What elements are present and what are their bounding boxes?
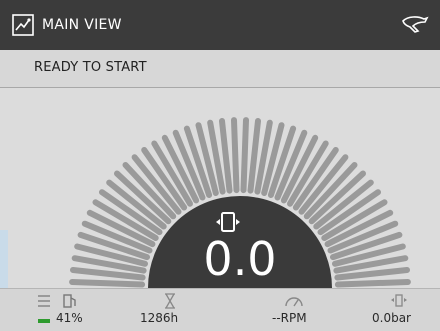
travel-mode-icon	[214, 210, 242, 234]
status-bar: READY TO START	[0, 50, 440, 88]
gauge-tick	[69, 279, 146, 288]
fuel-value: 41%	[56, 311, 83, 325]
pressure-icon	[390, 293, 408, 313]
gauge-tick	[334, 279, 411, 288]
gauge-tick	[240, 117, 249, 194]
gauge-readout: 0.0	[203, 232, 277, 286]
gauge-tick	[231, 117, 240, 194]
tachometer-icon	[284, 293, 304, 313]
fuel-cell: 41%	[34, 289, 124, 331]
machine-status: READY TO START	[34, 60, 147, 75]
pressure-value: 0.0bar	[372, 311, 411, 325]
fuel-level-bar	[38, 319, 50, 323]
brand-logo-icon	[400, 13, 430, 37]
left-accent	[0, 230, 8, 288]
main-view-icon[interactable]	[12, 14, 34, 36]
bottom-status-bar: 41% 1286h --RPM 0.0bar	[0, 288, 440, 331]
fuel-level-icon	[38, 293, 80, 313]
pressure-cell: 0.0bar	[366, 289, 440, 331]
rpm-value: --RPM	[272, 311, 307, 325]
rpm-cell: --RPM	[272, 289, 352, 331]
hours-cell: 1286h	[140, 289, 220, 331]
page-title: MAIN VIEW	[42, 17, 122, 33]
hourglass-icon	[164, 293, 176, 313]
hours-value: 1286h	[140, 311, 179, 325]
title-bar: MAIN VIEW	[0, 0, 440, 50]
